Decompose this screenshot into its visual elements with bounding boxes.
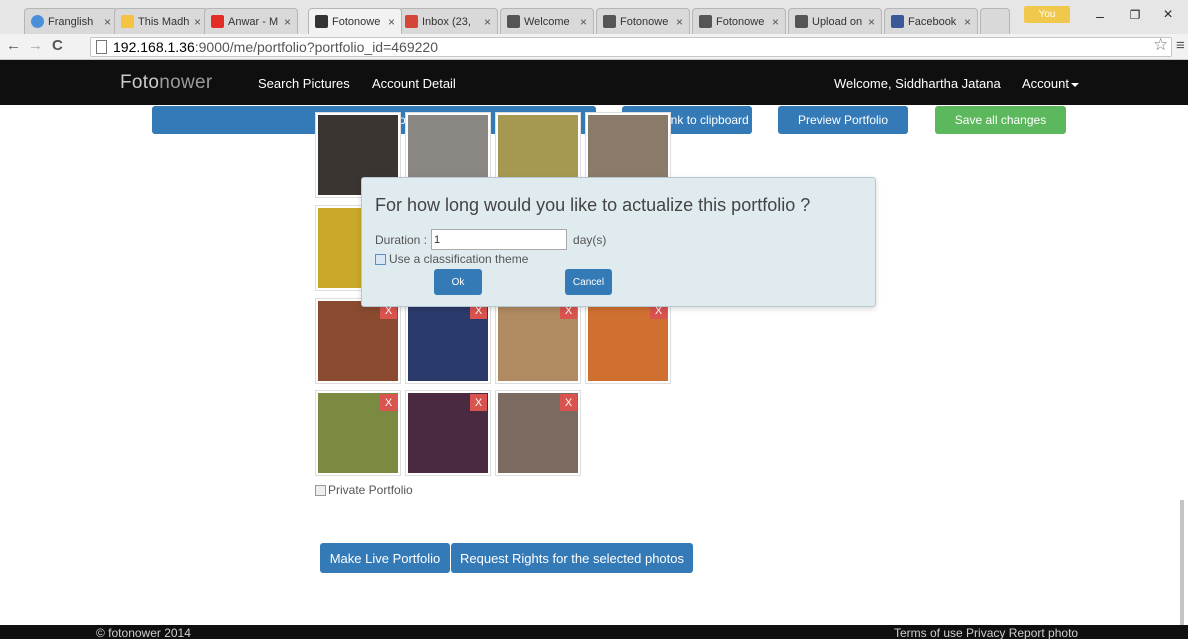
private-portfolio-checkbox[interactable] — [315, 484, 326, 496]
browser-tab[interactable]: Facebook × — [884, 8, 978, 34]
tab-label: Fotonowe — [332, 15, 381, 28]
photo-tile[interactable]: X — [315, 390, 401, 476]
actualize-portfolio-dialog: For how long would you like to actualize… — [361, 177, 876, 307]
brand-logo[interactable]: Fotonower — [120, 72, 212, 94]
remove-photo-button[interactable]: X — [380, 394, 397, 411]
browser-tab[interactable]: Upload on × — [788, 8, 882, 34]
address-bar: ← → C 192.168.1.36:9000/me/portfolio?por… — [0, 34, 1188, 60]
brand-logo-part: nower — [159, 72, 213, 93]
tab-label: Welcome — [524, 15, 570, 28]
browser-tab[interactable]: Fotonowe × — [596, 8, 690, 34]
caret-down-icon — [1070, 82, 1079, 87]
close-icon[interactable]: × — [580, 15, 587, 29]
browser-tab[interactable]: Anwar - M × — [204, 8, 298, 34]
dialog-title: For how long would you like to actualize… — [375, 195, 811, 215]
close-icon[interactable]: × — [194, 15, 201, 29]
save-all-changes-button[interactable]: Save all changes — [935, 106, 1066, 134]
classification-theme-row[interactable]: Use a classification theme — [375, 252, 528, 266]
browser-tab[interactable]: Inbox (23, × — [398, 8, 498, 34]
facebook-icon — [891, 15, 904, 28]
browser-tab[interactable]: Franglish × — [24, 8, 118, 34]
maximize-icon[interactable]: ❐ — [1125, 8, 1145, 22]
nav-welcome[interactable]: Welcome, Siddhartha Jatana — [834, 76, 1001, 91]
footer-links[interactable]: Terms of use Privacy Report photo — [894, 626, 1078, 640]
close-icon[interactable]: × — [484, 15, 491, 29]
browser-tab[interactable]: This Madh × — [114, 8, 208, 34]
tab-label: Fotonowe — [620, 15, 669, 28]
gmail-icon — [405, 15, 418, 28]
duration-input[interactable] — [431, 229, 568, 250]
fotonower-favicon-icon — [507, 15, 520, 28]
close-icon[interactable]: × — [388, 15, 395, 29]
ok-button[interactable]: Ok — [434, 269, 482, 295]
private-portfolio-label: Private Portfolio — [328, 483, 413, 497]
browser-tab-strip: Franglish × This Madh × Anwar - M × Foto… — [0, 0, 1188, 34]
url-path: :9000/me/portfolio?portfolio_id=469220 — [194, 39, 438, 55]
minimize-icon[interactable]: – — [1090, 8, 1110, 24]
fotonower-favicon-icon — [699, 15, 712, 28]
close-icon[interactable]: × — [868, 15, 875, 29]
remove-photo-button[interactable]: X — [560, 394, 577, 411]
tab-label: Facebook — [908, 15, 957, 28]
page-icon — [96, 40, 107, 54]
photo-tile[interactable]: X — [405, 298, 491, 384]
preview-portfolio-button[interactable]: Preview Portfolio — [778, 106, 908, 134]
url-host: 192.168.1.36 — [113, 39, 195, 55]
tab-label: Franglish — [48, 15, 94, 28]
fotonower-favicon-icon — [795, 15, 808, 28]
tab-label: Upload on — [812, 15, 863, 28]
footer-copyright: © fotonower 2014 — [96, 626, 191, 640]
close-icon[interactable]: × — [284, 15, 291, 29]
forward-icon[interactable]: → — [28, 37, 43, 54]
globe-icon — [31, 15, 44, 28]
photo-tile[interactable]: X — [495, 390, 581, 476]
classification-theme-label: Use a classification theme — [389, 252, 529, 266]
window-close-icon[interactable]: × — [1158, 6, 1178, 24]
brand-logo-part: Foto — [120, 72, 160, 93]
tab-label: This Madh — [138, 15, 190, 28]
site-footer: © fotonower 2014 Terms of use Privacy Re… — [0, 625, 1188, 640]
scrollbar[interactable] — [1180, 500, 1184, 625]
profile-button[interactable]: You — [1024, 6, 1070, 23]
close-icon[interactable]: × — [964, 15, 971, 29]
close-icon[interactable]: × — [772, 15, 779, 29]
tab-label: Anwar - M — [228, 15, 279, 28]
tab-label: Fotonowe — [716, 15, 765, 28]
remove-photo-button[interactable]: X — [470, 394, 487, 411]
nav-account-dropdown[interactable]: Account — [1022, 76, 1079, 91]
back-icon[interactable]: ← — [6, 37, 21, 54]
site-navbar: Fotonower Search Pictures Account Detail… — [0, 60, 1188, 105]
browser-tab[interactable]: Welcome × — [500, 8, 594, 34]
close-icon[interactable]: × — [104, 15, 111, 29]
cancel-button[interactable]: Cancel — [565, 269, 612, 295]
nav-account-label: Account — [1022, 76, 1069, 91]
url-field[interactable]: 192.168.1.36:9000/me/portfolio?portfolio… — [90, 37, 1172, 57]
new-tab-button[interactable] — [980, 8, 1010, 34]
browser-tab-active[interactable]: Fotonowe × — [308, 8, 402, 34]
browser-tab[interactable]: Fotonowe × — [692, 8, 786, 34]
private-portfolio-row[interactable]: Private Portfolio — [315, 483, 413, 497]
close-icon[interactable]: × — [676, 15, 683, 29]
tab-label: Inbox (23, — [422, 15, 471, 28]
duration-label: Duration : — [375, 232, 428, 247]
classification-theme-checkbox[interactable] — [375, 253, 386, 265]
fotonower-favicon-icon — [315, 15, 328, 28]
nav-search-pictures[interactable]: Search Pictures — [258, 76, 350, 91]
nav-account-detail[interactable]: Account Detail — [372, 76, 456, 91]
site-favicon-icon — [121, 15, 134, 28]
chrome-menu-icon[interactable]: ≡ — [1176, 37, 1185, 54]
photo-tile[interactable]: X — [405, 390, 491, 476]
duration-unit: day(s) — [573, 232, 607, 247]
reload-icon[interactable]: C — [52, 37, 63, 54]
duration-row: Duration : day(s) — [375, 229, 606, 250]
make-live-portfolio-button[interactable]: Make Live Portfolio — [320, 543, 450, 573]
fotonower-favicon-icon — [603, 15, 616, 28]
photo-tile[interactable]: X — [585, 298, 671, 384]
photo-tile[interactable]: X — [315, 298, 401, 384]
bookmark-star-icon[interactable]: ☆ — [1153, 35, 1168, 55]
request-rights-button[interactable]: Request Rights for the selected photos — [451, 543, 693, 573]
youtube-icon — [211, 15, 224, 28]
photo-tile[interactable]: X — [495, 298, 581, 384]
